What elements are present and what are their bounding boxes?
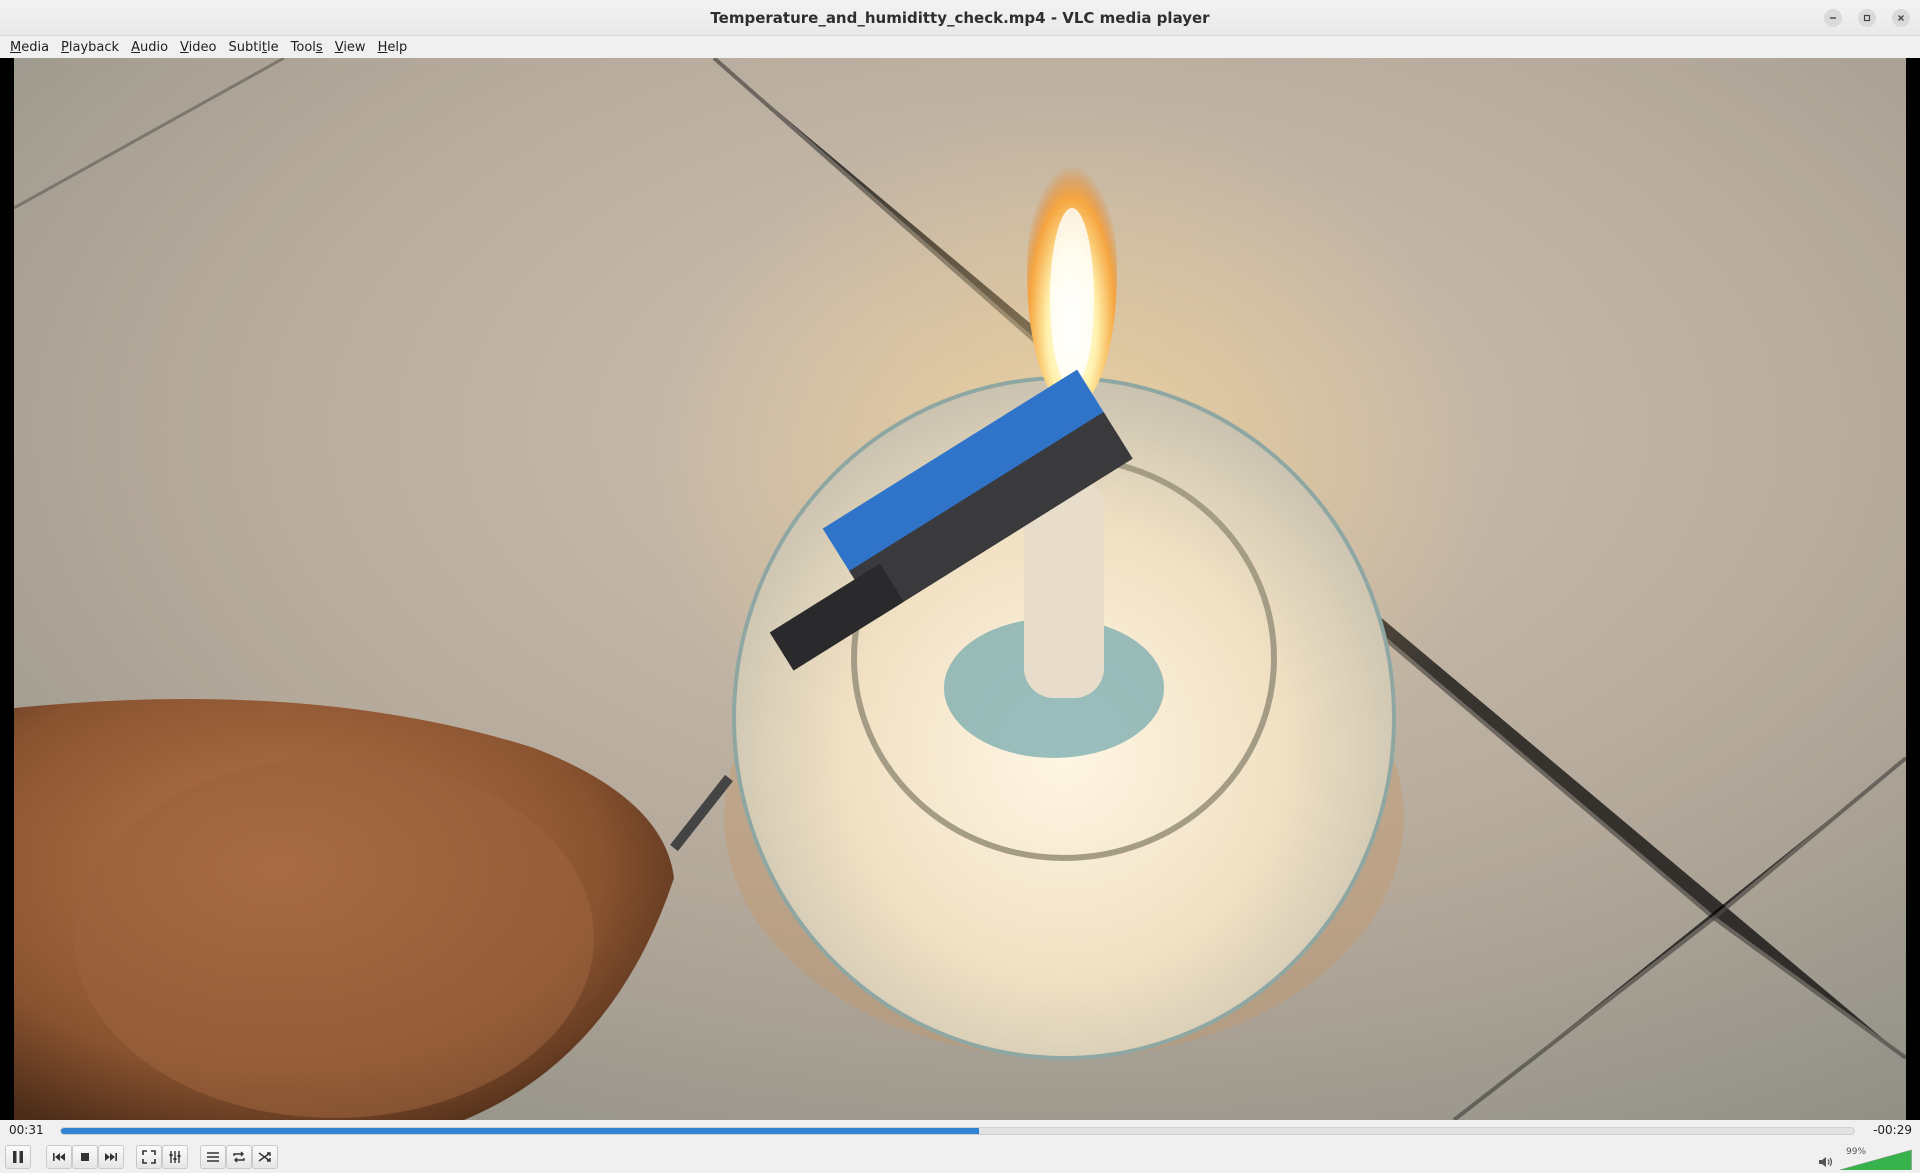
video-area[interactable] [0,58,1920,1120]
pause-button[interactable] [5,1145,31,1169]
menu-audio[interactable]: Audio [125,38,174,57]
next-button[interactable] [98,1145,124,1169]
previous-icon [53,1153,65,1161]
elapsed-time: 00:31 [9,1123,44,1137]
shuffle-icon [258,1152,271,1162]
previous-button[interactable] [46,1145,72,1169]
seek-slider[interactable] [60,1127,1855,1135]
playlist-button[interactable] [200,1145,226,1169]
loop-icon [233,1151,245,1163]
remaining-time: -00:29 [1873,1123,1912,1137]
video-frame [14,58,1906,1120]
fullscreen-icon [142,1150,156,1164]
minimize-button[interactable] [1824,9,1842,27]
seek-progress [61,1128,980,1134]
menu-video[interactable]: Video [174,38,222,57]
stop-button[interactable] [72,1145,98,1169]
menu-media[interactable]: Media [4,38,55,57]
minimize-icon [1830,17,1836,19]
close-button[interactable] [1892,9,1910,27]
loop-button[interactable] [226,1145,252,1169]
shuffle-button[interactable] [252,1145,278,1169]
playlist-icon [207,1152,219,1162]
extended-settings-button[interactable] [162,1145,188,1169]
maximize-icon [1863,14,1871,22]
title-bar: Temperature_and_humiditty_check.mp4 - VL… [0,0,1920,36]
next-icon [105,1153,117,1161]
menu-view[interactable]: View [329,38,372,57]
control-bar [0,1142,1920,1173]
window-title: Temperature_and_humiditty_check.mp4 - VL… [710,9,1210,27]
menu-help[interactable]: Help [372,38,414,57]
menu-subtitle[interactable]: Subtitle [222,38,284,57]
menu-bar: Media Playback Audio Video Subtitle Tool… [0,36,1920,58]
menu-playback[interactable]: Playback [55,38,125,57]
maximize-button[interactable] [1858,9,1876,27]
speaker-icon[interactable] [1818,1155,1834,1169]
pause-icon [13,1151,23,1163]
volume-slider[interactable] [1840,1148,1912,1170]
fullscreen-button[interactable] [136,1145,162,1169]
menu-tools[interactable]: Tools [285,38,329,57]
close-icon [1898,15,1904,21]
stop-icon [81,1153,89,1161]
extended-settings-icon [169,1151,181,1163]
seek-row: 00:31 -00:29 [0,1120,1920,1142]
